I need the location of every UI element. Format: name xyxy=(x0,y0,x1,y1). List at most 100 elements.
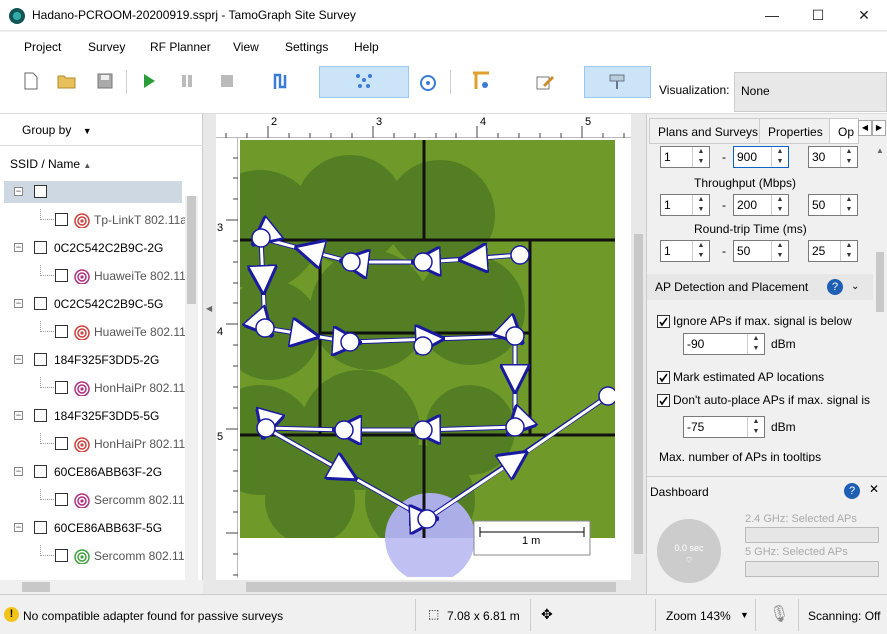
tab-options[interactable]: Op xyxy=(829,118,859,144)
tree-scroll-thumb[interactable] xyxy=(187,196,196,304)
mark-estimated-checkbox[interactable] xyxy=(657,371,670,384)
ap-row[interactable]: HonHaiPr 802.11 xyxy=(0,377,185,399)
ap-checkbox[interactable] xyxy=(55,213,68,226)
pause-icon[interactable] xyxy=(174,68,200,94)
menu-rf-planner[interactable]: RF Planner xyxy=(150,40,211,54)
maximize-button[interactable]: ☐ xyxy=(795,0,841,31)
signal-max-input[interactable]: 900 ▲ ▼ xyxy=(733,146,789,168)
ignore-aps-checkbox[interactable] xyxy=(657,315,670,328)
paint-icon[interactable] xyxy=(604,68,630,94)
dont-auto-place-checkbox[interactable] xyxy=(657,394,670,407)
ssid-group-row[interactable]: − 184F325F3DD5-2G xyxy=(0,349,185,371)
ssid-group-row[interactable]: − 0C2C542C2B9C-2G xyxy=(0,237,185,259)
rtt-step-input[interactable]: 25 ▲ ▼ xyxy=(808,240,858,262)
ruler-icon[interactable] xyxy=(468,68,494,94)
group-by-dropdown[interactable]: Group by ▼ xyxy=(22,123,92,137)
route-icon[interactable] xyxy=(268,68,294,94)
tab-plans-and-surveys[interactable]: Plans and Surveys xyxy=(649,118,768,144)
status-message: No compatible adapter found for passive … xyxy=(23,609,284,623)
new-file-icon[interactable] xyxy=(18,68,44,94)
microphone-icon[interactable]: 🎙 xyxy=(769,604,789,624)
menu-view[interactable]: View xyxy=(233,40,259,54)
edit-icon[interactable] xyxy=(532,68,558,94)
zoom-chevron-down-icon[interactable]: ▼ xyxy=(740,610,749,620)
ssid-group-row[interactable]: − 60CE86ABB63F-2G xyxy=(0,461,185,483)
signal-min-input[interactable]: 1 ▲ ▼ xyxy=(660,146,710,168)
ssid-group-row[interactable]: − 184F325F3DD5-5G xyxy=(0,405,185,427)
ap-row[interactable]: Sercomm 802.11r xyxy=(0,489,185,511)
ssid-checkbox[interactable] xyxy=(34,409,47,422)
ap-checkbox[interactable] xyxy=(55,493,68,506)
menu-help[interactable]: Help xyxy=(354,40,379,54)
rtt-max-input[interactable]: 50 ▲ ▼ xyxy=(733,240,789,262)
ssid-checkbox[interactable] xyxy=(34,353,47,366)
ssid-group-row[interactable]: − xyxy=(4,181,182,203)
play-icon[interactable] xyxy=(136,68,162,94)
tree-hscrollbar[interactable] xyxy=(0,580,203,594)
ap-row[interactable]: Sercomm 802.11a xyxy=(0,545,185,567)
ssid-group-row[interactable]: − 60CE86ABB63F-5G xyxy=(0,517,185,539)
ssid-group-row[interactable]: − 0C2C542C2B9C-5G xyxy=(0,293,185,315)
floor-plan-map[interactable] xyxy=(240,140,615,577)
canvas-hscroll-thumb[interactable] xyxy=(246,582,616,592)
collapse-chevron-icon[interactable]: ⌄ xyxy=(851,274,859,300)
ap-checkbox[interactable] xyxy=(55,437,68,450)
collapse-icon[interactable]: − xyxy=(14,299,23,308)
menu-survey[interactable]: Survey xyxy=(88,40,125,54)
help-icon[interactable]: ? xyxy=(827,279,843,295)
menu-bar: Project Survey RF Planner View Settings … xyxy=(0,32,887,62)
ap-checkbox[interactable] xyxy=(55,325,68,338)
ap-checkbox[interactable] xyxy=(55,269,68,282)
ssid-checkbox[interactable] xyxy=(34,521,47,534)
menu-project[interactable]: Project xyxy=(24,40,61,54)
collapse-icon[interactable]: − xyxy=(14,187,23,196)
ignore-threshold-input[interactable]: -90 ▲ ▼ xyxy=(683,333,765,355)
rtt-min-input[interactable]: 1 ▲ ▼ xyxy=(660,240,710,262)
ap-checkbox[interactable] xyxy=(55,549,68,562)
options-scrollbar[interactable]: ▲ xyxy=(873,144,887,462)
canvas-vscrollbar[interactable] xyxy=(631,114,646,594)
collapse-icon[interactable]: − xyxy=(14,355,23,364)
tab-scroll-right[interactable]: ▶ xyxy=(872,120,886,136)
ap-detection-section-header[interactable]: AP Detection and Placement ? ⌄ xyxy=(647,274,873,300)
close-button[interactable]: ✕ xyxy=(841,0,887,31)
ssid-checkbox[interactable] xyxy=(34,241,47,254)
ssid-checkbox[interactable] xyxy=(34,297,47,310)
visualization-select[interactable]: None xyxy=(734,72,887,112)
collapse-icon[interactable]: − xyxy=(14,467,23,476)
canvas-left-strip[interactable]: ◀ xyxy=(203,114,216,594)
throughput-step-input[interactable]: 50 ▲ ▼ xyxy=(808,194,858,216)
satellite-icon[interactable] xyxy=(414,68,440,94)
signal-step-input[interactable]: 30 ▲ ▼ xyxy=(808,146,858,168)
collapse-icon[interactable]: − xyxy=(14,243,23,252)
zoom-level[interactable]: Zoom 143% xyxy=(666,609,731,623)
ssid-checkbox[interactable] xyxy=(34,465,47,478)
dashboard-help-icon[interactable]: ? xyxy=(844,483,860,499)
canvas-scroll-thumb[interactable] xyxy=(634,234,643,554)
open-folder-icon[interactable] xyxy=(54,68,80,94)
ssid-column-header[interactable]: SSID / Name ▲ xyxy=(10,157,91,171)
ap-row[interactable]: Tp-LinkT 802.11a xyxy=(0,209,185,231)
move-cursor-icon[interactable]: ✥ xyxy=(541,606,553,623)
throughput-min-input[interactable]: 1 ▲ ▼ xyxy=(660,194,710,216)
tree-scrollbar[interactable] xyxy=(185,196,198,586)
stop-icon[interactable] xyxy=(214,68,240,94)
options-scroll-thumb[interactable] xyxy=(876,252,884,312)
survey-points-icon[interactable] xyxy=(351,68,377,94)
ap-checkbox[interactable] xyxy=(55,381,68,394)
tab-scroll-left[interactable]: ◀ xyxy=(858,120,872,136)
auto-place-threshold-input[interactable]: -75 ▲ ▼ xyxy=(683,416,765,438)
collapse-icon[interactable]: − xyxy=(14,523,23,532)
save-icon[interactable] xyxy=(92,68,118,94)
tab-properties[interactable]: Properties xyxy=(759,118,832,144)
minimize-button[interactable]: — xyxy=(749,0,795,31)
dashboard-close-icon[interactable]: ✕ xyxy=(869,482,879,496)
ap-row[interactable]: HuaweiTe 802.11 xyxy=(0,321,185,343)
ap-row[interactable]: HuaweiTe 802.11 xyxy=(0,265,185,287)
collapse-icon[interactable]: − xyxy=(14,411,23,420)
ssid-checkbox[interactable] xyxy=(34,185,47,198)
canvas-hscrollbar[interactable] xyxy=(216,580,631,594)
throughput-max-input[interactable]: 200 ▲ ▼ xyxy=(733,194,789,216)
menu-settings[interactable]: Settings xyxy=(285,40,328,54)
ap-row[interactable]: HonHaiPr 802.11 xyxy=(0,433,185,455)
